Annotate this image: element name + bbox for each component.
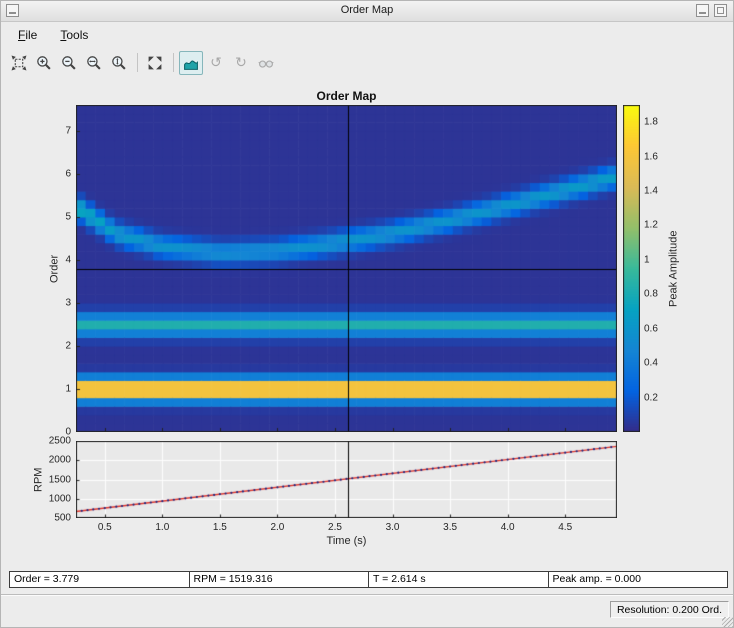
order-readout: Order = 3.779: [9, 571, 190, 588]
figure-area: Order Map Order Peak Amplitude RPM Time …: [1, 78, 733, 571]
zoom-x-icon: [87, 55, 101, 70]
zoom-in-button[interactable]: [32, 51, 56, 75]
order-map-canvas[interactable]: [76, 105, 617, 432]
minimize-icon: [699, 12, 706, 14]
window-status-bar: Resolution: 0.200 Ord.: [1, 594, 733, 627]
tick-label: 1000: [48, 493, 71, 505]
tick-label: 3.0: [385, 522, 400, 533]
toolbar-separator: [173, 53, 174, 72]
peak-amp-readout: Peak amp. = 0.000: [547, 571, 728, 588]
toolbar: ↺ ↻: [1, 47, 733, 79]
maximize-icon: [717, 7, 724, 14]
zoom-out-button[interactable]: [57, 51, 81, 75]
window-title: Order Map: [340, 4, 394, 16]
tick-label: 4.5: [558, 522, 573, 533]
app-window: Order Map File Tools ↺ ↻ Order Map Order…: [0, 0, 734, 628]
tick-label: 4.0: [500, 522, 515, 533]
cursor-readout-row: Order = 3.779 RPM = 1519.316 T = 2.614 s…: [9, 571, 728, 588]
tick-label: 3.5: [443, 522, 458, 533]
tick-label: 500: [54, 512, 71, 524]
tick-label: 2.5: [328, 522, 342, 533]
maximize-button[interactable]: [714, 4, 727, 17]
titlebar[interactable]: Order Map: [1, 1, 733, 22]
zoom-x-button[interactable]: [82, 51, 106, 75]
order-axis-label: Order: [48, 254, 61, 283]
surface-view-icon: [184, 60, 198, 70]
time-readout: T = 2.614 s: [368, 571, 549, 588]
zoom-out-icon: [62, 55, 76, 70]
tick-label: 4: [65, 254, 71, 266]
minimize-button[interactable]: [696, 4, 709, 17]
rotate-cw-button: ↻: [229, 51, 253, 75]
tick-label: 1.0: [155, 522, 170, 533]
tick-label: 0.5: [97, 522, 112, 533]
tick-label: 5: [65, 211, 71, 223]
rpm-axis-label: RPM: [32, 467, 45, 492]
tick-label: 1500: [48, 474, 71, 485]
tick-label: 3: [65, 297, 71, 309]
rpm-plot-canvas[interactable]: [76, 441, 617, 518]
glasses-button: [254, 51, 278, 75]
resolution-panel: Resolution: 0.200 Ord.: [609, 601, 729, 618]
rotate-ccw-icon: ↺: [210, 54, 222, 71]
tick-label: 6: [65, 168, 71, 180]
tick-label: 1: [644, 254, 650, 266]
time-axis-label: Time (s): [326, 535, 367, 547]
restore-view-icon: [148, 56, 162, 69]
tick-label: 0.2: [644, 392, 658, 404]
surface-view-button[interactable]: [179, 50, 203, 75]
rotate-ccw-button: ↺: [204, 51, 228, 75]
tick-label: 1.2: [644, 219, 658, 231]
zoom-in-icon: [37, 55, 51, 70]
menubar: File Tools: [1, 22, 733, 47]
resize-grip[interactable]: [722, 617, 733, 627]
order-map-plot-title: Order Map: [316, 89, 377, 103]
tick-label: 2.0: [270, 522, 285, 533]
tick-label: 1.4: [644, 185, 658, 197]
tick-label: 7: [65, 125, 71, 137]
tick-label: 2: [65, 340, 71, 352]
tick-label: 1.5: [212, 522, 227, 533]
tick-label: 1.6: [644, 151, 658, 163]
colorbar-canvas: [623, 105, 640, 432]
tick-label: 0.4: [644, 357, 658, 369]
zoom-y-icon: [112, 55, 126, 70]
rpm-readout: RPM = 1519.316: [188, 571, 369, 588]
colorbar-label: Peak Amplitude: [667, 230, 680, 307]
toolbar-separator: [137, 53, 138, 72]
glasses-icon: [258, 59, 274, 68]
rotate-cw-icon: ↻: [235, 54, 247, 71]
fit-view-icon: [11, 55, 27, 70]
tick-label: 0.8: [644, 288, 658, 300]
tick-label: 2500: [48, 435, 71, 447]
fit-view-button[interactable]: [7, 51, 31, 75]
tick-label: 1: [65, 383, 71, 395]
menu-tools[interactable]: Tools: [56, 26, 92, 44]
tick-label: 1.8: [644, 116, 658, 128]
zoom-y-button[interactable]: [107, 51, 131, 75]
restore-view-button[interactable]: [143, 51, 167, 75]
menu-file[interactable]: File: [14, 26, 41, 44]
tick-label: 0.6: [644, 323, 658, 335]
tick-label: 2000: [48, 454, 71, 466]
